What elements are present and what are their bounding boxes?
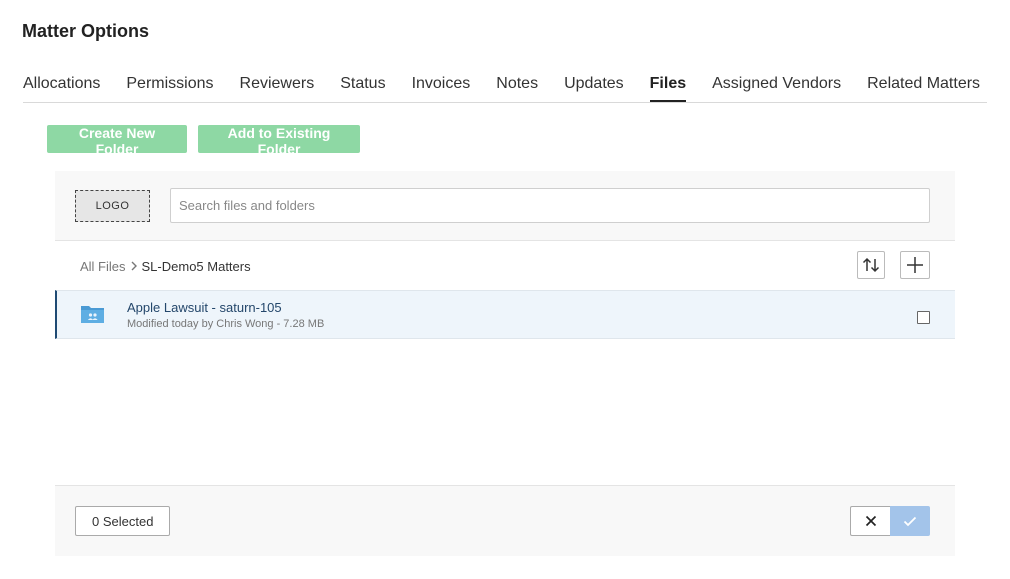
sort-icon xyxy=(862,257,880,273)
add-to-existing-folder-button[interactable]: Add to Existing Folder xyxy=(198,125,360,157)
file-picker-panel: LOGO All Files SL-Demo5 Matters xyxy=(55,171,955,556)
plus-icon xyxy=(907,257,923,273)
breadcrumb: All Files SL-Demo5 Matters xyxy=(80,259,251,274)
add-button[interactable] xyxy=(900,251,930,279)
close-icon xyxy=(865,515,876,527)
tab-reviewers[interactable]: Reviewers xyxy=(240,70,315,101)
picker-footer: 0 Selected xyxy=(55,485,955,556)
picker-header: LOGO xyxy=(55,171,955,241)
chevron-right-icon xyxy=(130,259,138,274)
cancel-button[interactable] xyxy=(850,506,890,536)
list-item[interactable]: Apple Lawsuit - saturn-105 Modified toda… xyxy=(55,290,955,339)
item-meta: Modified today by Chris Wong - 7.28 MB xyxy=(127,318,325,330)
check-icon xyxy=(903,516,917,526)
search-input[interactable] xyxy=(170,188,930,223)
tab-notes[interactable]: Notes xyxy=(496,70,538,101)
matter-options-page: Matter Options Allocations Permissions R… xyxy=(0,0,1010,579)
tab-related-matters[interactable]: Related Matters xyxy=(867,70,980,101)
selected-count-button[interactable]: 0 Selected xyxy=(75,506,171,536)
shared-folder-icon xyxy=(81,306,104,323)
breadcrumb-all-files[interactable]: All Files xyxy=(80,259,126,274)
tab-assigned-vendors[interactable]: Assigned Vendors xyxy=(712,70,841,101)
tab-updates[interactable]: Updates xyxy=(564,70,624,101)
tab-invoices[interactable]: Invoices xyxy=(412,70,471,101)
logo-placeholder: LOGO xyxy=(75,190,150,222)
page-title: Matter Options xyxy=(22,21,150,41)
confirm-button[interactable] xyxy=(890,506,930,536)
tab-permissions[interactable]: Permissions xyxy=(126,70,213,101)
create-new-folder-button[interactable]: Create New Folder xyxy=(47,125,187,157)
tab-allocations[interactable]: Allocations xyxy=(23,70,100,101)
item-checkbox[interactable] xyxy=(917,311,930,324)
tab-bar: Allocations Permissions Reviewers Status… xyxy=(23,70,987,103)
breadcrumb-current: SL-Demo5 Matters xyxy=(141,259,251,274)
tab-status[interactable]: Status xyxy=(340,70,385,101)
item-name[interactable]: Apple Lawsuit - saturn-105 xyxy=(127,300,282,315)
sort-button[interactable] xyxy=(857,251,885,279)
tab-files[interactable]: Files xyxy=(649,70,687,102)
